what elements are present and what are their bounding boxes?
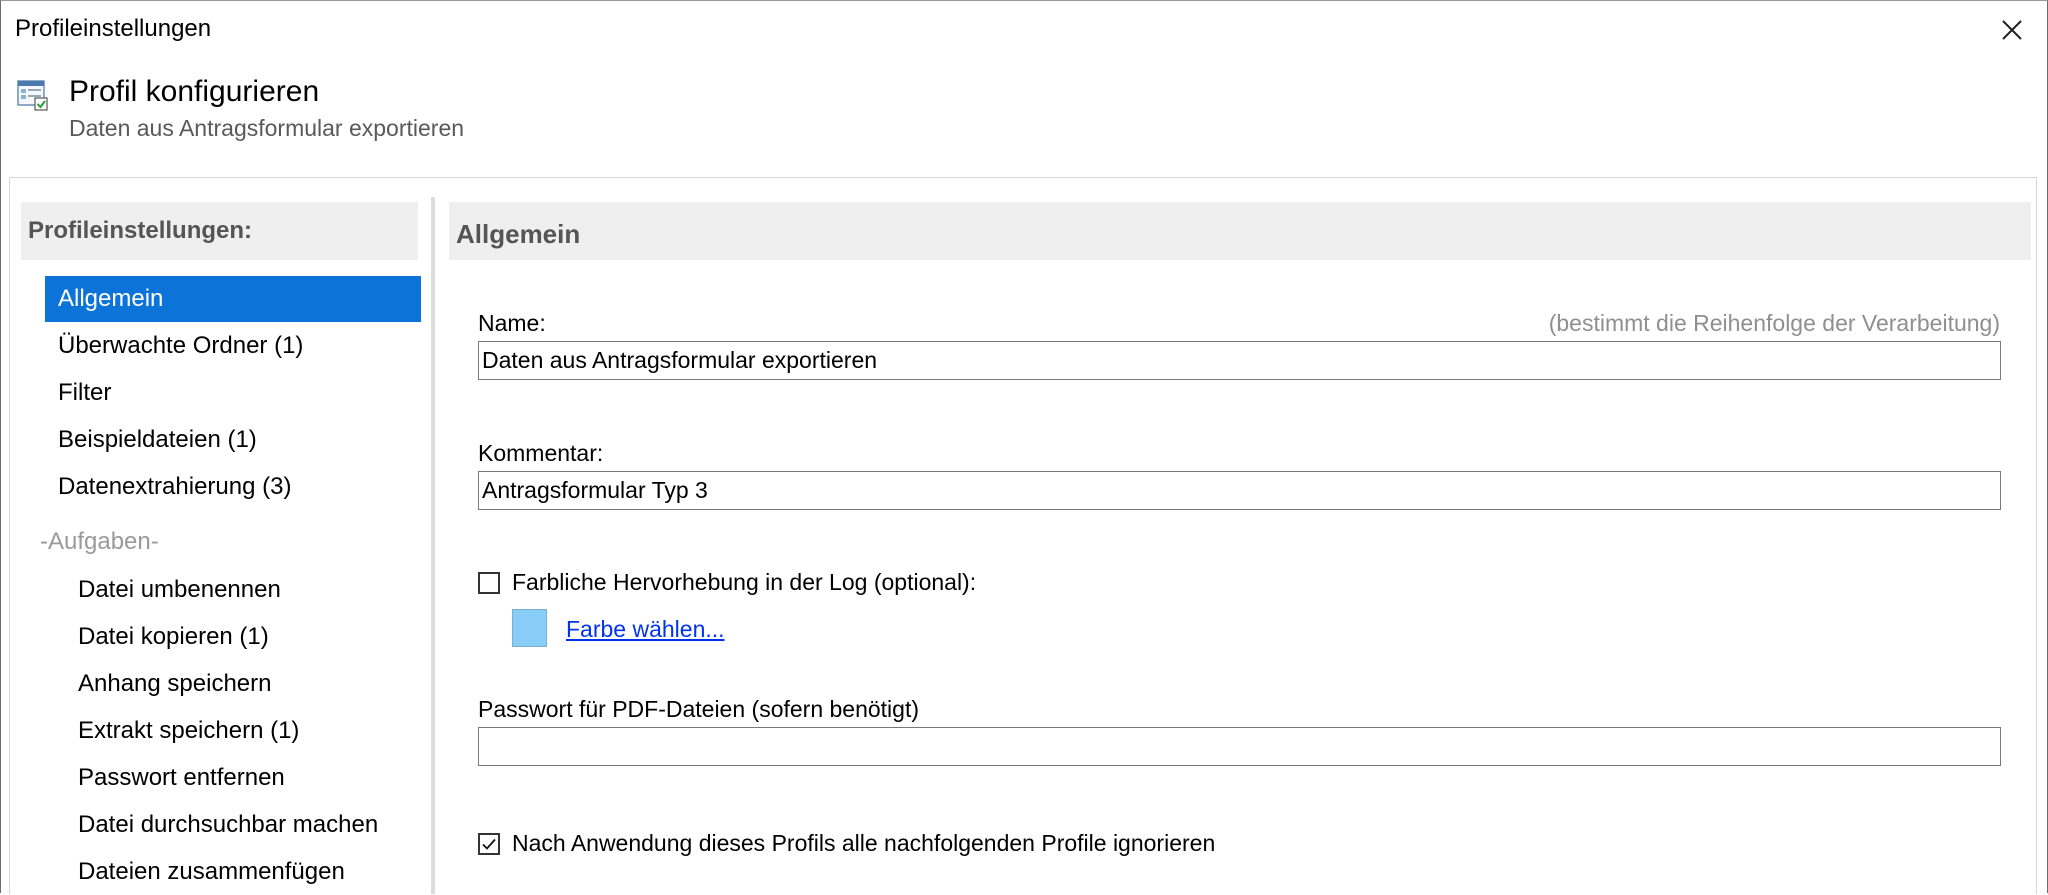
color-swatch[interactable] <box>512 609 547 647</box>
sidebar-task-anhang-speichern[interactable]: Anhang speichern <box>78 661 271 707</box>
sidebar-item-label: Passwort entfernen <box>78 764 285 791</box>
sidebar-item-label: Beispieldateien (1) <box>58 426 257 453</box>
ignore-following-label: Nach Anwendung dieses Profils alle nachf… <box>512 830 1216 856</box>
comment-label: Kommentar: <box>478 440 604 466</box>
sidebar-task-datei-kopieren[interactable]: Datei kopieren (1) <box>78 614 269 660</box>
sidebar-item-filter[interactable]: Filter <box>58 370 111 416</box>
sidebar-item-label: Überwachte Ordner (1) <box>58 332 304 359</box>
sidebar-item-beispieldateien[interactable]: Beispieldateien (1) <box>58 417 257 463</box>
name-label: Name: <box>478 310 546 336</box>
sidebar-group-aufgaben: -Aufgaben- <box>40 528 159 555</box>
sidebar-task-datei-umbenennen[interactable]: Datei umbenennen <box>78 567 281 613</box>
sidebar-item-label: Datei kopieren (1) <box>78 623 269 650</box>
choose-color-link[interactable]: Farbe wählen... <box>566 616 725 643</box>
close-icon <box>1991 18 2035 42</box>
comment-field[interactable] <box>478 471 2001 510</box>
sidebar-item-label: Datenextrahierung (3) <box>58 473 292 500</box>
sidebar-splitter[interactable] <box>431 197 435 894</box>
ignore-following-checkbox[interactable] <box>478 833 500 855</box>
highlight-label: Farbliche Hervorhebung in der Log (optio… <box>512 569 977 595</box>
sidebar-item-label: Allgemein <box>58 285 164 312</box>
sidebar-header: Profileinstellungen: <box>21 202 418 260</box>
sidebar-item-datenextrahierung[interactable]: Datenextrahierung (3) <box>58 464 291 510</box>
sidebar-item-ueberwachte-ordner[interactable]: Überwachte Ordner (1) <box>58 323 303 369</box>
close-button[interactable] <box>1991 9 2035 53</box>
sidebar-header-label: Profileinstellungen: <box>28 217 253 244</box>
window-title: Profileinstellungen <box>15 15 212 42</box>
sidebar-item-label: Datei durchsuchbar machen <box>78 811 379 838</box>
sidebar-item-allgemein[interactable]: Allgemein <box>45 276 421 322</box>
sidebar-item-label: Anhang speichern <box>78 670 272 697</box>
sidebar-item-label: Dateien zusammenfügen <box>78 858 345 885</box>
password-label: Passwort für PDF-Dateien (sofern benötig… <box>478 696 920 722</box>
sidebar-item-label: Datei umbenennen <box>78 576 281 603</box>
section-header: Allgemein <box>449 202 2031 260</box>
page-title: Profil konfigurieren <box>69 75 320 108</box>
section-title: Allgemein <box>456 219 581 249</box>
page-subtitle: Daten aus Antragsformular exportieren <box>69 115 465 141</box>
sidebar-item-label: Extrakt speichern (1) <box>78 717 300 744</box>
name-field[interactable] <box>478 341 2001 380</box>
profile-settings-icon <box>17 79 49 111</box>
dialog-window: Profileinstellungen Profil konfigurieren… <box>0 0 2048 895</box>
password-field[interactable] <box>478 727 2001 766</box>
sidebar-task-dateien-zusammenfuegen[interactable]: Dateien zusammenfügen <box>78 849 345 895</box>
sidebar-task-passwort-entfernen[interactable]: Passwort entfernen <box>78 755 285 801</box>
sidebar-task-extrakt-speichern[interactable]: Extrakt speichern (1) <box>78 708 299 754</box>
highlight-checkbox[interactable] <box>478 572 500 594</box>
name-hint: (bestimmt die Reihenfolge der Verarbeitu… <box>1548 310 2000 336</box>
sidebar-task-datei-durchsuchbar[interactable]: Datei durchsuchbar machen <box>78 802 378 848</box>
sidebar-item-label: Filter <box>58 379 112 406</box>
